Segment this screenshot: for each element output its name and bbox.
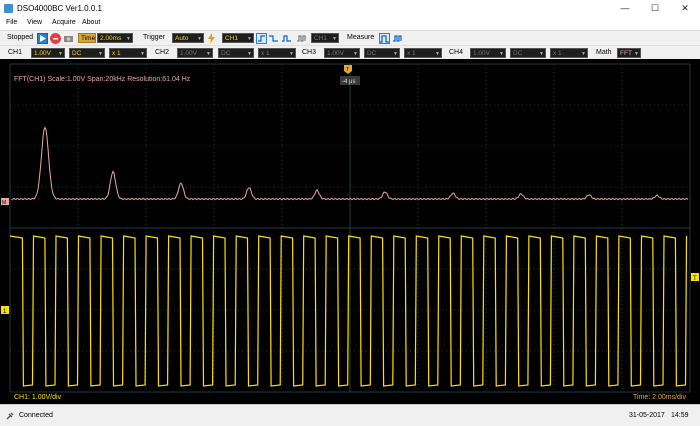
ch2-probe-select[interactable]: x 1 ▼ bbox=[258, 48, 296, 58]
status-date: 31-05-2017 bbox=[629, 412, 665, 419]
ch3-probe-value: x 1 bbox=[407, 50, 416, 57]
plug-icon bbox=[6, 412, 14, 420]
title-bar: DSO4000BC Ver1.0.0.1 — ☐ ✕ bbox=[0, 0, 700, 17]
pulse-width-button[interactable] bbox=[296, 33, 307, 44]
math-label: Math bbox=[596, 49, 612, 56]
app-icon bbox=[4, 4, 13, 13]
math-value: FFT bbox=[620, 50, 632, 57]
ch1-ref-marker[interactable]: 1 bbox=[1, 306, 9, 315]
timebase-select[interactable]: 2.00ms ▼ bbox=[97, 33, 133, 43]
ch2-label: CH2 bbox=[155, 49, 170, 56]
ch4-volts-select[interactable]: 1.00V ▼ bbox=[470, 48, 506, 58]
math-ref-label: M bbox=[2, 200, 6, 206]
ch1-volts-value: 1.00V bbox=[34, 50, 51, 57]
ch2-volts-value: 1.00V bbox=[180, 50, 197, 57]
ch1-label: CH1 bbox=[8, 49, 23, 56]
menu-file[interactable]: File bbox=[6, 19, 17, 26]
ch1-coupling-value: DC bbox=[72, 50, 82, 57]
ch1-coupling-select[interactable]: DC ▼ bbox=[69, 48, 105, 58]
ch4-coupling-value: DC bbox=[513, 50, 523, 57]
scope-display[interactable]: FFT(CH1) Scale:1.00V Span:20kHz Resoluti… bbox=[0, 59, 700, 404]
menu-view[interactable]: View bbox=[27, 19, 42, 26]
toolbar: Stopped Time 2.00ms ▼ Trigger Auto ▼ CH1 ▼ … bbox=[0, 30, 700, 46]
timebase-label: Time: 2.00ms/div bbox=[633, 394, 687, 401]
ch3-volts-value: 1.00V bbox=[327, 50, 344, 57]
stop-button[interactable] bbox=[50, 33, 61, 44]
pulse-icon bbox=[282, 35, 291, 42]
ch4-probe-select[interactable]: x 1 ▼ bbox=[550, 48, 588, 58]
menu-bar: File View Acquire About bbox=[0, 17, 700, 30]
menu-about[interactable]: About bbox=[82, 19, 100, 26]
trigger-source-2-select[interactable]: CH1 ▼ bbox=[311, 33, 339, 43]
ch4-volts-value: 1.00V bbox=[473, 50, 490, 57]
camera-icon bbox=[64, 36, 73, 42]
trigger-level-marker[interactable]: T bbox=[691, 273, 699, 282]
menu-acquire[interactable]: Acquire bbox=[52, 19, 76, 26]
measure-period-icon bbox=[393, 35, 402, 42]
ch4-coupling-select[interactable]: DC ▼ bbox=[510, 48, 546, 58]
camera-button[interactable] bbox=[63, 33, 74, 44]
math-select[interactable]: FFT ▼ bbox=[617, 48, 641, 58]
status-time: 14:59 bbox=[671, 412, 689, 419]
play-icon bbox=[40, 35, 46, 42]
force-trigger-button[interactable] bbox=[206, 33, 217, 44]
falling-edge-button[interactable] bbox=[268, 33, 279, 44]
lightning-icon bbox=[208, 33, 215, 44]
ch3-volts-select[interactable]: 1.00V ▼ bbox=[324, 48, 360, 58]
trigger-time-label: -4 μs bbox=[342, 79, 355, 85]
trigger-label: Trigger bbox=[143, 34, 165, 41]
ch4-probe-value: x 1 bbox=[553, 50, 562, 57]
trigger-source-value: CH1 bbox=[225, 35, 239, 42]
falling-edge-icon bbox=[269, 35, 278, 42]
ch1-volts-select[interactable]: 1.00V ▼ bbox=[31, 48, 65, 58]
trigger-mode-value: Auto bbox=[175, 35, 189, 42]
measure-pulse-icon bbox=[380, 35, 389, 43]
ch1-scale-label: CH1: 1.00V/div bbox=[14, 394, 62, 401]
timebase-value: 2.00ms bbox=[100, 35, 122, 42]
ch3-coupling-value: DC bbox=[367, 50, 377, 57]
play-button[interactable] bbox=[37, 33, 48, 44]
window-title: DSO4000BC Ver1.0.0.1 bbox=[17, 4, 102, 13]
graticule bbox=[9, 63, 691, 393]
status-bar: Connected 31-05-2017 14:59 bbox=[0, 404, 700, 426]
trigger-level-label: T bbox=[693, 276, 697, 282]
ch2-probe-value: x 1 bbox=[261, 50, 270, 57]
ch3-label: CH3 bbox=[302, 49, 317, 56]
ch1-trace bbox=[9, 235, 688, 387]
measure-label: Measure bbox=[347, 34, 375, 41]
stop-icon bbox=[53, 38, 58, 40]
ch2-coupling-value: DC bbox=[221, 50, 231, 57]
ch2-volts-select[interactable]: 1.00V ▼ bbox=[177, 48, 213, 58]
pulse-width-icon bbox=[297, 35, 306, 42]
fft-info-label: FFT(CH1) Scale:1.00V Span:20kHz Resoluti… bbox=[14, 76, 191, 83]
time-label: Time bbox=[78, 33, 96, 43]
ch4-label: CH4 bbox=[449, 49, 464, 56]
trigger-source-2-value: CH1 bbox=[314, 35, 328, 42]
measure-period-button[interactable] bbox=[392, 33, 403, 44]
trigger-mode-select[interactable]: Auto ▼ bbox=[172, 33, 204, 43]
trigger-marker-label: T bbox=[346, 67, 349, 73]
ch1-probe-select[interactable]: x 1 ▼ bbox=[109, 48, 147, 58]
connection-status: Connected bbox=[19, 412, 53, 419]
trigger-source-select[interactable]: CH1 ▼ bbox=[222, 33, 254, 43]
rising-edge-icon bbox=[258, 35, 265, 42]
close-button[interactable]: ✕ bbox=[670, 0, 700, 17]
ch3-coupling-select[interactable]: DC ▼ bbox=[364, 48, 400, 58]
run-state-label: Stopped bbox=[7, 34, 34, 41]
ch1-probe-value: x 1 bbox=[112, 50, 121, 57]
pulse-trigger-button[interactable] bbox=[281, 33, 292, 44]
minimize-button[interactable]: — bbox=[610, 0, 640, 17]
scope-canvas: FFT(CH1) Scale:1.00V Span:20kHz Resoluti… bbox=[1, 63, 699, 401]
measure-pulse-button[interactable] bbox=[379, 33, 390, 44]
math-ref-marker[interactable]: M bbox=[1, 198, 9, 206]
ch3-probe-select[interactable]: x 1 ▼ bbox=[404, 48, 442, 58]
maximize-button[interactable]: ☐ bbox=[640, 0, 670, 17]
ch2-coupling-select[interactable]: DC ▼ bbox=[218, 48, 254, 58]
rising-edge-button[interactable] bbox=[256, 33, 267, 44]
